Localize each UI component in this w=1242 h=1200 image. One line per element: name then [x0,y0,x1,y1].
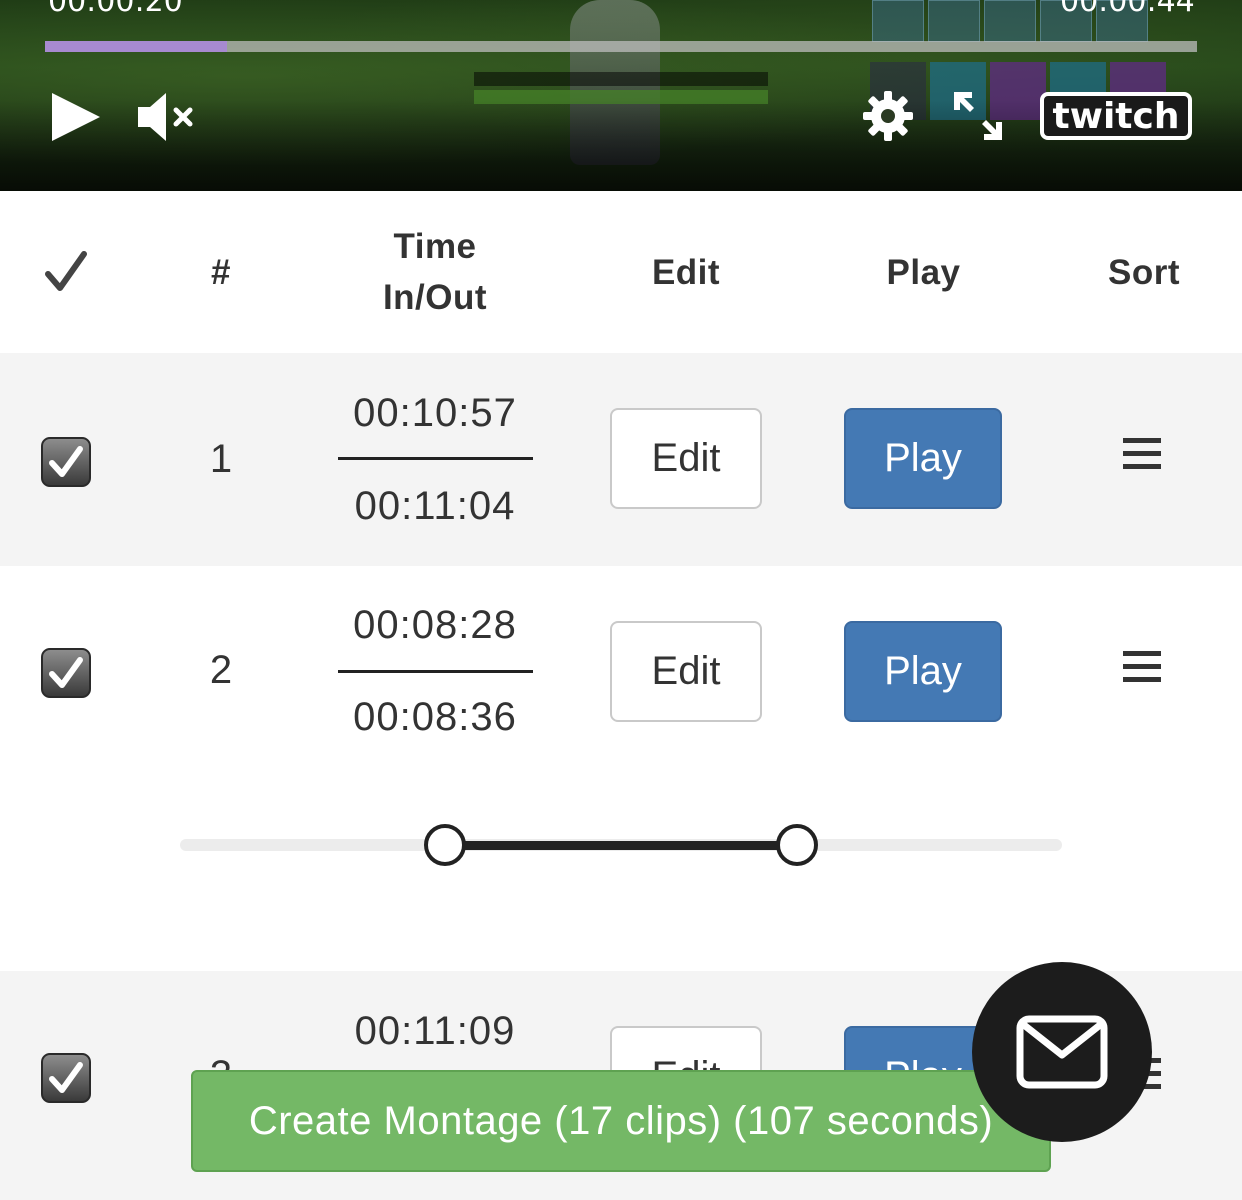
edit-button[interactable]: Edit [610,408,762,509]
clip-time-in: 00:11:09 [354,1009,516,1053]
clip-range-selection [444,841,798,850]
header-time: Time In/Out [335,191,535,353]
row-checkbox[interactable] [41,437,91,487]
time-divider [338,457,533,460]
mute-button[interactable] [135,88,197,146]
header-sort: Sort [1108,252,1180,292]
clip-time-out: 00:11:04 [354,484,516,528]
hud-slot [928,0,980,42]
header-edit: Edit [651,252,721,292]
clip-time-in: 00:10:57 [353,391,517,435]
header-play: Play [886,252,961,292]
twitch-logo-icon: twitch [1040,92,1192,140]
edit-button[interactable]: Edit [610,621,762,722]
fullscreen-button[interactable] [950,88,1006,144]
hud-slot [984,0,1036,42]
range-start-handle[interactable] [423,824,466,866]
twitch-wordmark: twitch [1053,96,1180,137]
drag-handle-icon[interactable] [1123,438,1163,472]
clip-time-out: 00:08:36 [353,695,517,739]
create-montage-button[interactable]: Create Montage (17 clips) (107 seconds) [191,1070,1051,1172]
drag-handle-icon[interactable] [1123,651,1163,685]
table-row: 2 00:08:28 00:08:36 Edit Play [0,566,1242,971]
checkbox-check-icon [49,1062,83,1093]
seek-bar[interactable] [45,41,1197,52]
total-time: 00:00:44 [1060,0,1195,19]
hud-slot [872,0,924,42]
row-checkbox[interactable] [41,1053,91,1103]
time-divider [338,670,533,673]
volume-muted-icon [138,93,193,141]
video-player[interactable]: 00:00:20 00:00:44 twitch [0,0,1242,191]
header-time-line1: Time [393,227,477,266]
settings-button[interactable] [860,88,916,144]
row-checkbox[interactable] [41,648,91,698]
header-time-line2: In/Out [382,278,488,317]
header-select [20,191,112,353]
gear-icon [863,91,913,141]
clips-table-header: # Time In/Out Edit Play Sort [0,191,1242,353]
fullscreen-icon [954,92,1002,140]
envelope-icon [1016,1015,1108,1089]
clip-number: 1 [209,437,233,481]
clip-time-in: 00:08:28 [353,603,517,647]
play-button[interactable]: Play [844,408,1002,509]
checkbox-check-icon [49,446,83,477]
play-button[interactable]: Play [844,621,1002,722]
checkbox-check-icon [49,657,83,688]
hud-shield-bar [474,72,768,86]
mail-button[interactable] [972,962,1152,1142]
play-pause-button[interactable] [45,88,103,146]
header-number: # [211,252,231,292]
twitch-logo[interactable]: twitch [1040,90,1192,142]
play-icon [52,93,100,141]
seek-bar-progress [45,41,228,52]
clip-number: 2 [209,648,233,692]
table-row: 1 00:10:57 00:11:04 Edit Play [0,353,1242,566]
elapsed-time: 00:00:20 [48,0,183,19]
checkmark-icon [45,251,87,291]
